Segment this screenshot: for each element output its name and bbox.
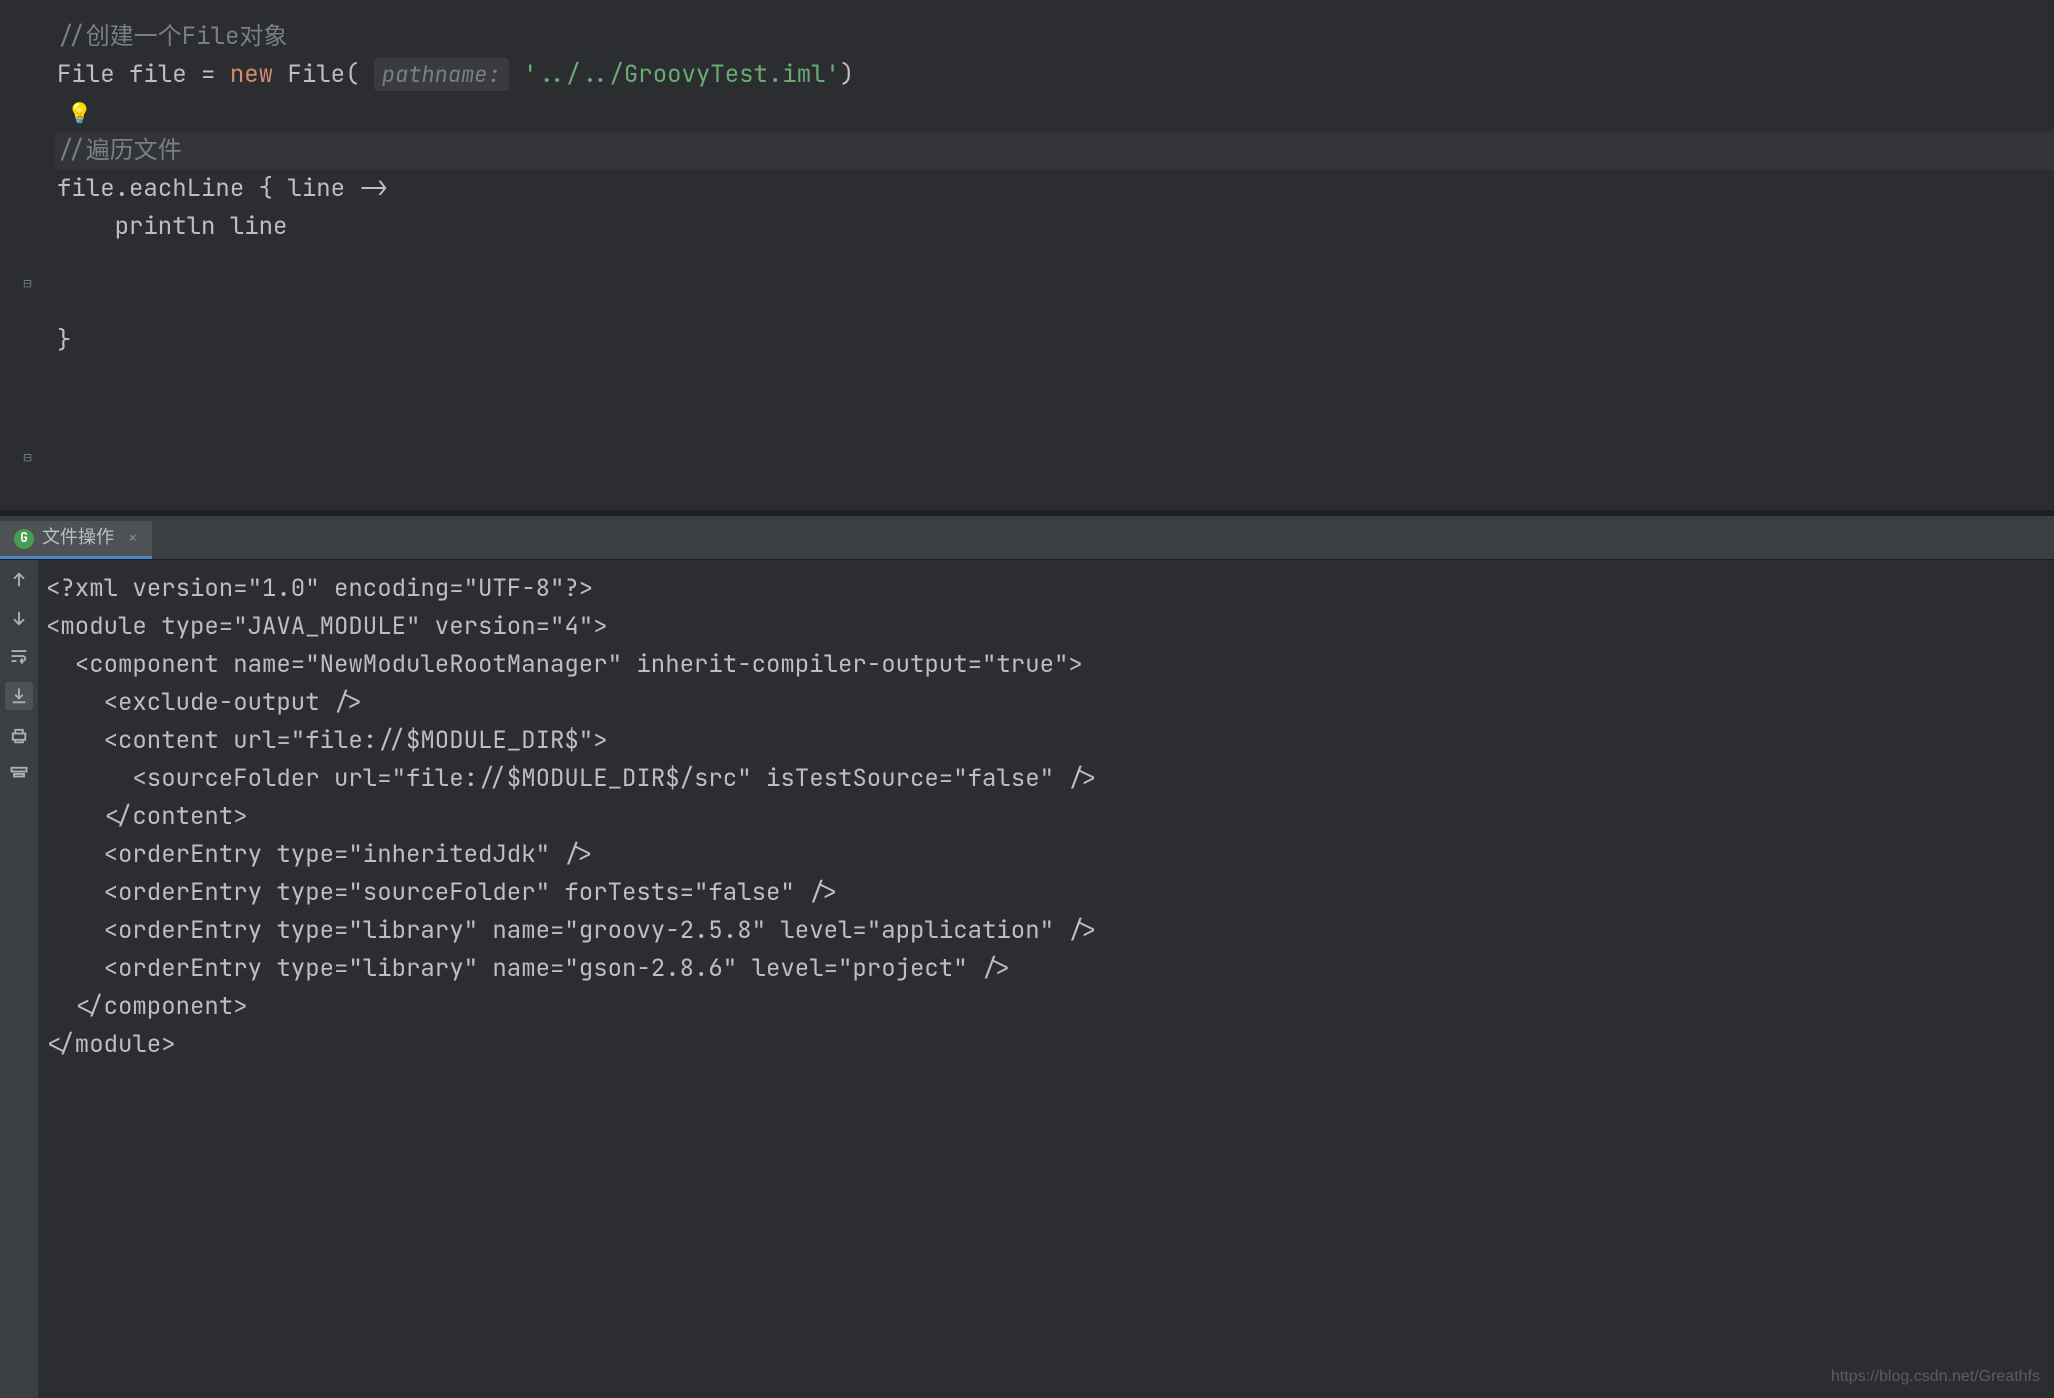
- editor-gutter: ⊟ ⊟: [0, 0, 55, 510]
- output-line: <component name="NewModuleRootManager" i…: [46, 646, 2046, 684]
- up-arrow-icon[interactable]: [7, 568, 31, 592]
- output-line: <orderEntry type="sourceFolder" forTests…: [46, 874, 2046, 912]
- parameter-hint: pathname:: [374, 58, 509, 91]
- output-line: <orderEntry type="inheritedJdk" />: [46, 836, 2046, 874]
- run-tab-bar: G 文件操作 ×: [0, 516, 2054, 560]
- code-line: [55, 246, 2054, 284]
- code-line: file.eachLine { line ->: [55, 170, 2054, 208]
- fold-marker-icon[interactable]: ⊟: [23, 448, 31, 470]
- tab-label: 文件操作: [42, 524, 114, 552]
- output-line: <module type="JAVA_MODULE" version="4">: [46, 608, 2046, 646]
- output-line: <orderEntry type="library" name="gson-2.…: [46, 950, 2046, 988]
- code-line: [55, 284, 2054, 322]
- code-editor[interactable]: //创建一个File对象 File file = new File( pathn…: [55, 0, 2054, 510]
- output-pane: <?xml version="1.0" encoding="UTF-8"?> <…: [0, 560, 2054, 1398]
- comment-text: //遍历文件: [57, 135, 182, 166]
- output-line: <content url="file://$MODULE_DIR$">: [46, 722, 2046, 760]
- scroll-to-end-icon[interactable]: [5, 682, 33, 710]
- bulb-icon[interactable]: 💡: [67, 98, 92, 129]
- output-line: </component>: [46, 988, 2046, 1026]
- tool-gutter: [0, 560, 38, 1398]
- code-line: }: [55, 322, 2054, 360]
- wrap-icon[interactable]: [7, 644, 31, 668]
- console-output[interactable]: <?xml version="1.0" encoding="UTF-8"?> <…: [38, 560, 2054, 1398]
- output-line: <exclude-output />: [46, 684, 2046, 722]
- ide-window: ⊟ ⊟ //创建一个File对象 File file = new File( p…: [0, 0, 2054, 1398]
- code-line: File file = new File( pathname: '../../G…: [55, 56, 2054, 94]
- watermark-text: https://blog.csdn.net/Greathfs: [1831, 1365, 2040, 1390]
- editor-pane: ⊟ ⊟ //创建一个File对象 File file = new File( p…: [0, 0, 2054, 510]
- down-arrow-icon[interactable]: [7, 606, 31, 630]
- close-icon[interactable]: ×: [128, 526, 138, 551]
- filter-icon[interactable]: [7, 762, 31, 786]
- fold-marker-icon[interactable]: ⊟: [23, 274, 31, 296]
- output-line: <?xml version="1.0" encoding="UTF-8"?>: [46, 570, 2046, 608]
- comment-text: //创建一个File对象: [57, 21, 287, 52]
- print-icon[interactable]: [7, 724, 31, 748]
- output-line: <sourceFolder url="file://$MODULE_DIR$/s…: [46, 760, 2046, 798]
- code-line-highlighted: //遍历文件: [55, 132, 2054, 170]
- output-line: <orderEntry type="library" name="groovy-…: [46, 912, 2046, 950]
- output-line: </content>: [46, 798, 2046, 836]
- groovy-icon: G: [14, 529, 34, 549]
- code-line: //创建一个File对象: [55, 18, 2054, 56]
- output-line: </module>: [46, 1026, 2046, 1064]
- code-line: 💡: [55, 94, 2054, 132]
- code-line: println line: [55, 208, 2054, 246]
- run-tab[interactable]: G 文件操作 ×: [0, 521, 152, 559]
